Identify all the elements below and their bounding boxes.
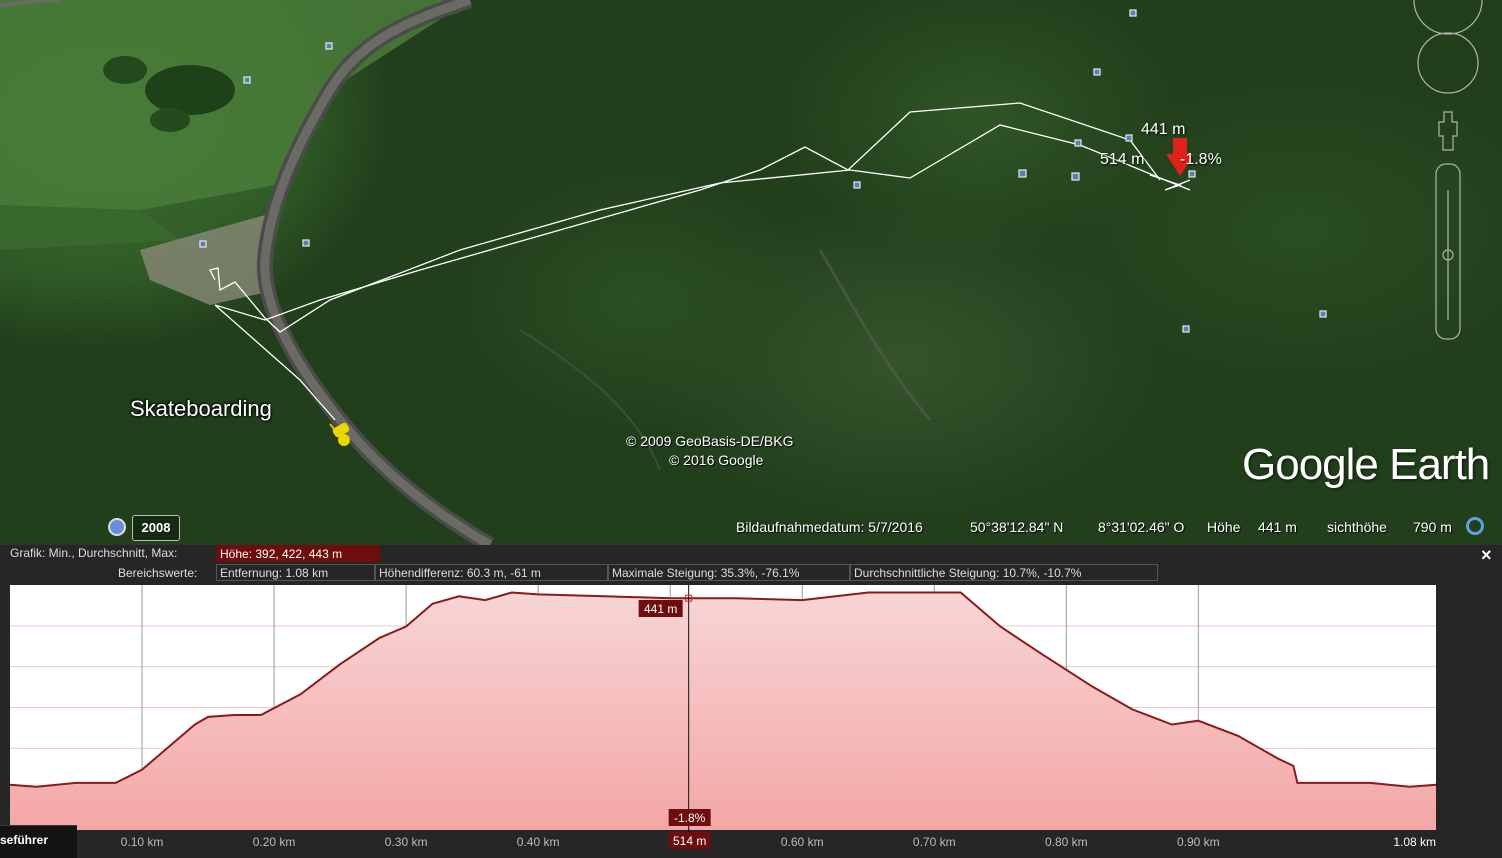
latitude-readout: 50°38'12.84" N <box>970 519 1064 535</box>
historical-imagery-icon[interactable] <box>108 518 126 536</box>
tour-guide-tab[interactable]: seführer <box>0 825 77 858</box>
look-joystick-icon <box>1417 32 1479 94</box>
range-values-label: Bereichswerte: <box>118 566 198 580</box>
graph-stats-value: Höhe: 392, 422, 443 m <box>216 545 380 562</box>
x-tick-label: 0.60 km <box>781 835 824 849</box>
x-tick-label: 0.40 km <box>517 835 560 849</box>
compass-ring-icon <box>1413 0 1483 35</box>
x-tick-label: 0.20 km <box>253 835 296 849</box>
close-icon[interactable]: × <box>1481 545 1492 566</box>
elevation-value: 441 m <box>1258 519 1297 535</box>
placemark-label[interactable]: Skateboarding <box>130 396 272 422</box>
range-avg-slope: Durchschnittliche Steigung: 10.7%, -10.7… <box>850 564 1158 581</box>
image-date: Bildaufnahmedatum: 5/7/2016 <box>736 519 923 535</box>
elevation-profile-panel: Grafik: Min., Durchschnitt, Max: Höhe: 3… <box>0 545 1502 858</box>
cursor-distance-tag: 514 m <box>673 834 706 848</box>
range-max-slope: Maximale Steigung: 35.3%, -76.1% <box>608 564 850 581</box>
cursor-grade-tag: -1.8% <box>674 811 706 825</box>
cursor-elevation-tag: 441 m <box>644 602 677 616</box>
eye-altitude-label: sichthöhe <box>1327 519 1387 535</box>
streaming-status-icon <box>1466 517 1484 535</box>
x-tick-label: 0.70 km <box>913 835 956 849</box>
historical-imagery-year[interactable]: 2008 <box>132 515 180 541</box>
map-view[interactable]: Skateboarding © 2009 GeoBasis-DE/BKG © 2… <box>0 0 1502 545</box>
navigation-controls[interactable] <box>1410 0 1490 360</box>
hud-elevation: 441 m <box>1141 121 1186 138</box>
x-tick-label: 0.90 km <box>1177 835 1220 849</box>
gps-track <box>209 102 1191 421</box>
eye-altitude-value: 790 m <box>1413 519 1452 535</box>
graph-stats-label: Grafik: Min., Durchschnitt, Max: <box>10 546 178 560</box>
elevation-chart[interactable]: 441 m -1.8% 514 m 0.10 km 0.20 km 0.30 km 0.4… <box>10 585 1450 853</box>
range-distance: Entfernung: 1.08 km <box>216 564 375 581</box>
hud-distance: 514 m <box>1100 151 1145 168</box>
street-view-pegman-icon <box>1438 111 1458 151</box>
google-earth-logo: Google Earth <box>1242 440 1490 489</box>
copyright-line-2: © 2016 Google <box>669 452 764 468</box>
range-height-diff: Höhendifferenz: 60.3 m, -61 m <box>375 564 608 581</box>
x-tick-label: 0.80 km <box>1045 835 1088 849</box>
hud-grade: -1.8% <box>1180 151 1222 168</box>
x-tick-label: 0.30 km <box>385 835 428 849</box>
longitude-readout: 8°31'02.46" O <box>1098 519 1185 535</box>
elevation-label: Höhe <box>1207 519 1241 535</box>
copyright-line-1: © 2009 GeoBasis-DE/BKG <box>626 433 794 449</box>
x-end-label: 1.08 km <box>1393 835 1436 849</box>
x-tick-label: 0.10 km <box>121 835 164 849</box>
